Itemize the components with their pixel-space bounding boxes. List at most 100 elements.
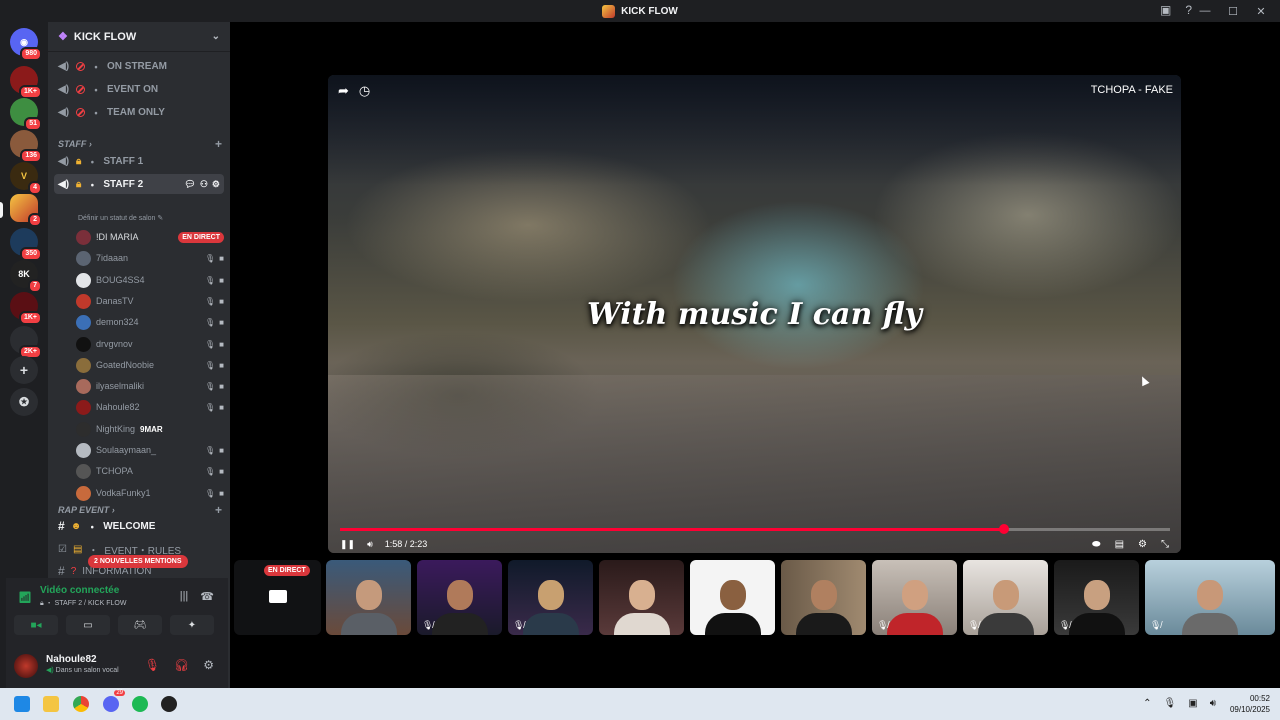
mic-muted-icon[interactable]: 🎙︎: [145, 658, 160, 672]
maximize-button[interactable]: ☐: [1220, 5, 1246, 18]
server-icon[interactable]: 1K+: [10, 66, 42, 99]
clock-icon[interactable]: ◷: [359, 83, 370, 99]
category-staff[interactable]: STAFF › +: [58, 137, 222, 151]
server-header[interactable]: ❖ KICK FLOW ⌄: [48, 22, 230, 52]
avatar[interactable]: [76, 250, 91, 266]
voice-user[interactable]: BOUG4SS4 🎙︎ ■: [76, 270, 224, 290]
server-folder[interactable]: 2K+: [10, 326, 42, 359]
fullscreen-exit-icon[interactable]: ⤡: [1161, 539, 1169, 550]
avatar[interactable]: [76, 485, 91, 501]
help-icon[interactable]: ?: [1185, 3, 1192, 17]
participant-tile[interactable]: 🎙︎̸: [417, 560, 502, 635]
volume-icon[interactable]: 🔊︎: [367, 539, 373, 550]
voice-user[interactable]: !DI MARIA EN DIRECT: [76, 227, 224, 247]
avatar[interactable]: [76, 336, 91, 352]
voice-user[interactable]: Soulaaymaan_ 🎙︎ ■: [76, 440, 224, 460]
avatar[interactable]: [76, 421, 91, 437]
activity-button[interactable]: 🎮︎: [118, 615, 162, 635]
participant-tile[interactable]: 🎙︎̸: [963, 560, 1048, 635]
participant-tile[interactable]: 🎙︎̸: [508, 560, 593, 635]
add-server-icon[interactable]: +: [10, 356, 38, 384]
close-button[interactable]: ✕: [1248, 5, 1274, 18]
participant-tile[interactable]: [781, 560, 866, 635]
stream-tile[interactable]: EN DIRECT: [234, 560, 321, 635]
signal-icon[interactable]: 📶︎: [18, 591, 32, 604]
windows-start-icon[interactable]: [14, 696, 30, 712]
voice-user[interactable]: DanasTV 🎙︎ ■: [76, 291, 224, 311]
soundboard-icon[interactable]: |||: [180, 590, 189, 603]
share-icon[interactable]: ➦: [338, 83, 349, 99]
voice-user[interactable]: Nahoule82 🎙︎ ■: [76, 397, 224, 417]
screen-share-button[interactable]: ▭: [66, 615, 110, 635]
avatar[interactable]: [76, 314, 91, 330]
discover-icon[interactable]: ✪: [10, 388, 38, 416]
add-channel-icon[interactable]: +: [215, 503, 222, 517]
network-icon[interactable]: ▣: [1188, 698, 1197, 709]
avatar[interactable]: [76, 378, 91, 394]
avatar[interactable]: [76, 293, 91, 309]
voice-channel-team-only[interactable]: ◀) ・ TEAM ONLY: [54, 102, 224, 122]
avatar[interactable]: [76, 399, 91, 415]
chat-icon[interactable]: 💬︎: [184, 179, 195, 190]
server-icon[interactable]: 1K+: [10, 292, 42, 325]
voice-user[interactable]: TCHOPA 🎙︎ ■: [76, 461, 224, 481]
participant-tile[interactable]: [326, 560, 411, 635]
avatar[interactable]: [76, 463, 91, 479]
chrome-icon[interactable]: [73, 696, 89, 712]
inbox-icon[interactable]: ▣: [1160, 3, 1171, 17]
participant-tile[interactable]: 🎙︎̸: [1054, 560, 1139, 635]
category-rap-event[interactable]: RAP EVENT › +: [58, 503, 222, 517]
channel-status-hint[interactable]: Définir un statut de salon ✎: [78, 214, 163, 222]
autoplay-toggle[interactable]: ⬬: [1092, 539, 1101, 550]
subtitles-icon[interactable]: ▤: [1115, 539, 1124, 550]
text-channel-welcome[interactable]: # ☻ ・ WELCOME: [54, 516, 224, 536]
server-icon-kick-flow[interactable]: 2: [10, 194, 42, 227]
server-icon[interactable]: 136: [10, 130, 42, 163]
gear-icon[interactable]: ⚙: [212, 179, 220, 190]
discord-icon[interactable]: 29: [103, 690, 125, 712]
effects-button[interactable]: ✦: [170, 615, 214, 635]
progress-knob[interactable]: [999, 524, 1009, 534]
avatar[interactable]: [76, 442, 91, 458]
home-button[interactable]: ◉ 980: [10, 28, 42, 61]
system-clock[interactable]: 00:52 09/10/2025: [1230, 693, 1270, 715]
avatar[interactable]: [76, 357, 91, 373]
participant-tile[interactable]: [599, 560, 684, 635]
headphones-muted-icon[interactable]: 🎧︎: [174, 658, 189, 672]
voice-user[interactable]: VodkaFunky1 🎙︎ ■: [76, 483, 224, 503]
pause-icon[interactable]: ❚❚: [340, 539, 355, 550]
file-explorer-icon[interactable]: [43, 696, 59, 712]
voice-channel-event-on[interactable]: ◀) ・ EVENT ON: [54, 79, 224, 99]
server-icon[interactable]: V4: [10, 162, 42, 195]
add-member-icon[interactable]: ⚇: [200, 179, 208, 190]
server-icon[interactable]: 51: [10, 98, 42, 131]
server-icon[interactable]: 350: [10, 228, 42, 261]
voice-user[interactable]: ilyaselmaliki 🎙︎ ■: [76, 376, 224, 396]
settings-icon[interactable]: ⚙: [1138, 539, 1147, 550]
avatar[interactable]: [76, 272, 91, 288]
voice-channel-staff-1[interactable]: ◀) 🔒︎ ・ STAFF 1: [54, 151, 224, 171]
chevron-up-icon[interactable]: ⌃: [1143, 698, 1151, 709]
voice-channel-on-stream[interactable]: ◀) ・ ON STREAM: [54, 56, 224, 76]
mic-icon[interactable]: 🎙︎: [1164, 698, 1177, 709]
avatar[interactable]: [14, 654, 38, 678]
voice-user[interactable]: demon324 🎙︎ ■: [76, 312, 224, 332]
stream-video[interactable]: ➦ ◷ TCHOPA - FAKE With music I can fly ❚❚…: [328, 75, 1181, 553]
voice-user[interactable]: NightKing 9MAR: [76, 419, 224, 439]
new-mentions-pill[interactable]: 2 NOUVELLES MENTIONS: [88, 555, 188, 568]
server-icon[interactable]: 8K 7: [10, 260, 42, 293]
voice-channel-staff-2[interactable]: ◀) 🔒︎ ・ STAFF 2 💬︎ ⚇ ⚙: [54, 174, 224, 194]
voice-location[interactable]: 🔒︎ ・ STAFF 2 / KICK FLOW: [40, 598, 126, 608]
gear-icon[interactable]: ⚙: [203, 658, 214, 672]
app-icon[interactable]: [161, 696, 177, 712]
voice-user[interactable]: drvgvnov 🎙︎ ■: [76, 334, 224, 354]
volume-icon[interactable]: 🔊︎: [1210, 698, 1216, 709]
voice-user[interactable]: 7idaaan 🎙︎ ■: [76, 248, 224, 268]
minimize-button[interactable]: —: [1192, 5, 1218, 17]
participant-tile[interactable]: 🎙︎̸: [1145, 560, 1275, 635]
camera-button[interactable]: ■◂: [14, 615, 58, 635]
spotify-icon[interactable]: [132, 696, 148, 712]
add-channel-icon[interactable]: +: [215, 137, 222, 151]
participant-tile[interactable]: 🎙︎̸: [872, 560, 957, 635]
video-progress-bar[interactable]: [340, 524, 1170, 534]
